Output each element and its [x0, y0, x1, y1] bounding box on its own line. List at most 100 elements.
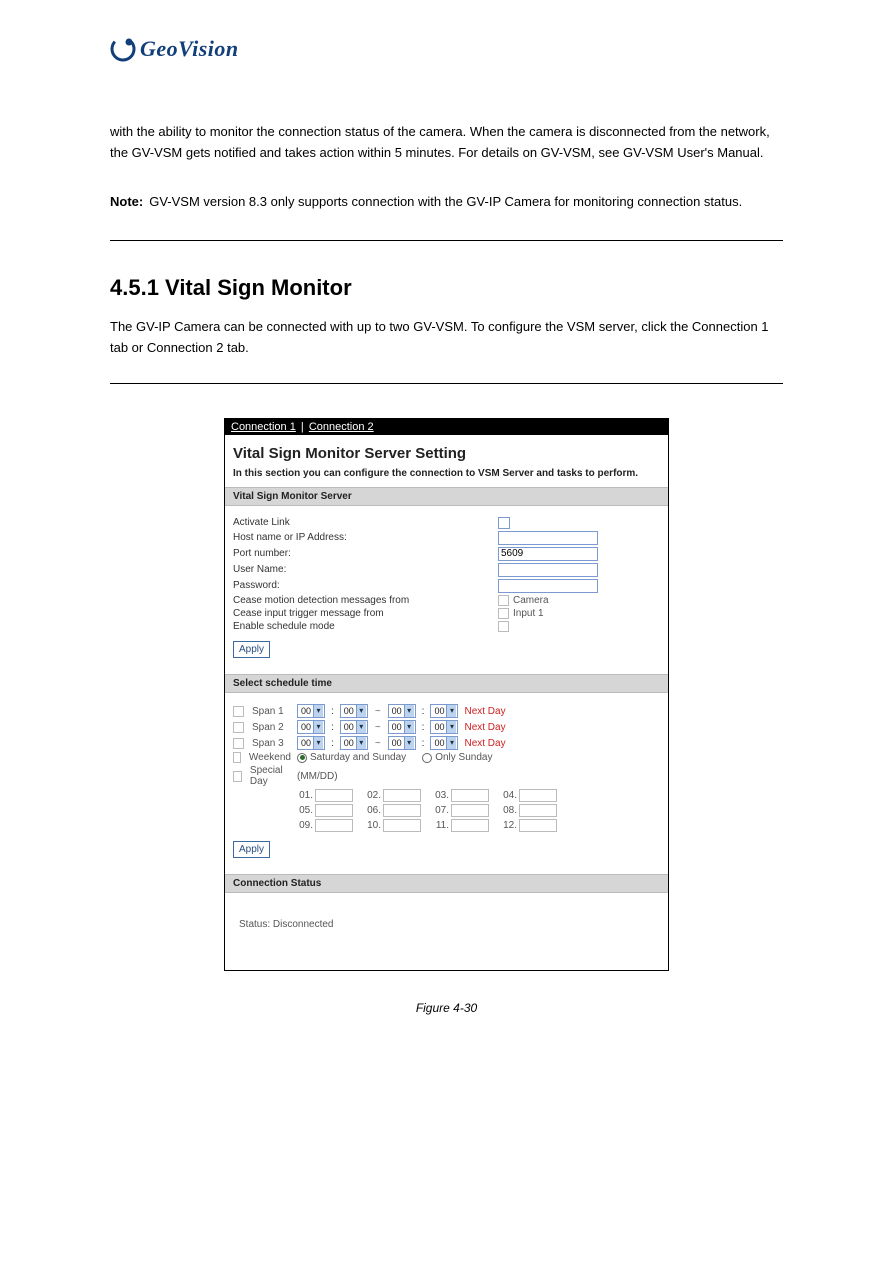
checkbox-span3[interactable] — [233, 738, 244, 749]
label-sat-sun: Saturday and Sunday — [310, 752, 406, 763]
chevron-down-icon: ▾ — [313, 721, 323, 733]
day-label: 07. — [431, 805, 449, 816]
day-label: 11. — [431, 820, 449, 831]
chevron-down-icon: ▾ — [356, 721, 366, 733]
label-password: Password: — [233, 580, 498, 591]
day-label: 09. — [295, 820, 313, 831]
chevron-down-icon: ▾ — [446, 705, 456, 717]
checkbox-special-day[interactable] — [233, 771, 242, 782]
span3-start-min[interactable]: 00▾ — [340, 736, 368, 750]
label-port: Port number: — [233, 548, 498, 559]
intro-paragraph: with the ability to monitor the connecti… — [110, 122, 783, 164]
chevron-down-icon: ▾ — [404, 721, 414, 733]
apply-button[interactable]: Apply — [233, 841, 270, 858]
logo-text: GeoVision — [140, 36, 239, 62]
special-day-03[interactable] — [451, 789, 489, 802]
password-field[interactable] — [498, 579, 598, 593]
page-subtitle: In this section you can configure the co… — [225, 468, 668, 487]
special-day-10[interactable] — [383, 819, 421, 832]
label-enable-schedule: Enable schedule mode — [233, 621, 498, 632]
section-header-connection-status: Connection Status — [225, 874, 668, 893]
span1-end-min[interactable]: 00▾ — [430, 704, 458, 718]
label-weekend: Weekend — [249, 752, 291, 763]
day-label: 08. — [499, 805, 517, 816]
checkbox-span1[interactable] — [233, 706, 244, 717]
special-day-02[interactable] — [383, 789, 421, 802]
checkbox-camera[interactable] — [498, 595, 509, 606]
section-header-vsm-server: Vital Sign Monitor Server — [225, 487, 668, 506]
label-host: Host name or IP Address: — [233, 532, 498, 543]
vsm-settings-screenshot: Connection 1 | Connection 2 Vital Sign M… — [224, 418, 669, 971]
label-only-sun: Only Sunday — [435, 752, 492, 763]
apply-button[interactable]: Apply — [233, 641, 270, 658]
tab-separator: | — [299, 421, 306, 433]
span2-start-hour[interactable]: 00▾ — [297, 720, 325, 734]
tab-connection-2[interactable]: Connection 2 — [309, 421, 374, 433]
special-day-05[interactable] — [315, 804, 353, 817]
span1-next-day: Next Day — [464, 706, 505, 717]
special-day-01[interactable] — [315, 789, 353, 802]
radio-only-sun[interactable] — [422, 753, 432, 763]
special-day-grid: 01. 02. 03. 04. 05. 06. 07. 08. 09. 10. … — [295, 788, 660, 833]
day-label: 06. — [363, 805, 381, 816]
span2-end-hour[interactable]: 00▾ — [388, 720, 416, 734]
username-field[interactable] — [498, 563, 598, 577]
special-day-04[interactable] — [519, 789, 557, 802]
logo-icon — [110, 36, 136, 62]
special-day-09[interactable] — [315, 819, 353, 832]
label-cease-motion: Cease motion detection messages from — [233, 595, 498, 606]
label-cease-input: Cease input trigger message from — [233, 608, 498, 619]
span1-end-hour[interactable]: 00▾ — [388, 704, 416, 718]
note: Note: GV-VSM version 8.3 only supports c… — [110, 192, 783, 213]
status-text: Status: Disconnected — [225, 893, 668, 970]
special-day-07[interactable] — [451, 804, 489, 817]
label-input1: Input 1 — [513, 608, 544, 619]
chevron-down-icon: ▾ — [313, 737, 323, 749]
special-day-08[interactable] — [519, 804, 557, 817]
span1-start-min[interactable]: 00▾ — [340, 704, 368, 718]
tab-bar: Connection 1 | Connection 2 — [225, 419, 668, 435]
chevron-down-icon: ▾ — [313, 705, 323, 717]
label-camera: Camera — [513, 595, 549, 606]
chevron-down-icon: ▾ — [404, 737, 414, 749]
chevron-down-icon: ▾ — [404, 705, 414, 717]
divider — [110, 240, 783, 241]
special-day-06[interactable] — [383, 804, 421, 817]
day-label: 12. — [499, 820, 517, 831]
span3-end-min[interactable]: 00▾ — [430, 736, 458, 750]
span3-end-hour[interactable]: 00▾ — [388, 736, 416, 750]
day-label: 01. — [295, 790, 313, 801]
section-title: 4.5.1 Vital Sign Monitor — [110, 275, 783, 301]
span3-start-hour[interactable]: 00▾ — [297, 736, 325, 750]
label-span2: Span 2 — [252, 722, 284, 733]
checkbox-enable-schedule[interactable] — [498, 621, 509, 632]
label-span3: Span 3 — [252, 738, 284, 749]
checkbox-activate-link[interactable] — [498, 517, 510, 529]
label-span1: Span 1 — [252, 706, 284, 717]
chevron-down-icon: ▾ — [356, 705, 366, 717]
tab-connection-1[interactable]: Connection 1 — [231, 421, 296, 433]
port-field[interactable] — [498, 547, 598, 561]
span1-start-hour[interactable]: 00▾ — [297, 704, 325, 718]
section-body: The GV-IP Camera can be connected with u… — [110, 317, 783, 359]
logo: GeoVision — [110, 36, 783, 62]
day-label: 04. — [499, 790, 517, 801]
special-day-12[interactable] — [519, 819, 557, 832]
special-day-11[interactable] — [451, 819, 489, 832]
day-label: 03. — [431, 790, 449, 801]
checkbox-weekend[interactable] — [233, 752, 241, 763]
section-header-schedule: Select schedule time — [225, 674, 668, 693]
span3-next-day: Next Day — [464, 738, 505, 749]
span2-end-min[interactable]: 00▾ — [430, 720, 458, 734]
radio-sat-sun[interactable] — [297, 753, 307, 763]
checkbox-input1[interactable] — [498, 608, 509, 619]
label-activate-link: Activate Link — [233, 517, 498, 528]
note-label: Note: — [110, 192, 143, 213]
note-text: GV-VSM version 8.3 only supports connect… — [149, 192, 742, 213]
divider — [110, 383, 783, 384]
checkbox-span2[interactable] — [233, 722, 244, 733]
host-field[interactable] — [498, 531, 598, 545]
label-mmdd: (MM/DD) — [297, 771, 338, 782]
day-label: 02. — [363, 790, 381, 801]
span2-start-min[interactable]: 00▾ — [340, 720, 368, 734]
